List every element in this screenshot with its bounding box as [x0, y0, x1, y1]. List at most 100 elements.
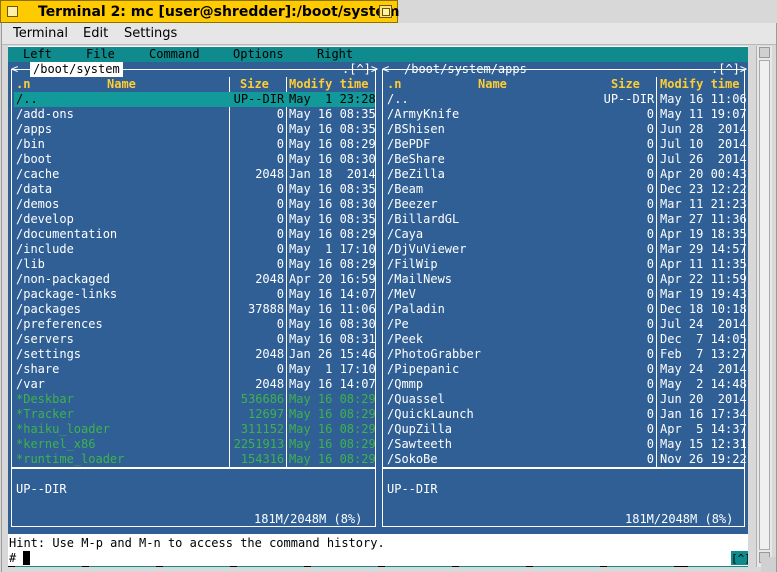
right-panel-corner[interactable]: .[^]>	[711, 62, 747, 77]
file-row[interactable]: /Quassel 0 Jun 20 2014	[385, 392, 747, 407]
mc-menu-left[interactable]: Left	[23, 47, 52, 62]
file-row[interactable]: /lib 0 May 16 08:29	[14, 257, 376, 272]
file-name: /documentation	[16, 227, 118, 241]
zoom-window-button[interactable]	[379, 5, 392, 18]
mc-menu-right[interactable]: Right	[317, 47, 353, 62]
command-line[interactable]: #	[9, 551, 31, 566]
file-row[interactable]: /Beezer 0 Mar 11 21:23	[385, 197, 747, 212]
file-row[interactable]: /FilWip 0 Apr 11 11:35	[385, 257, 747, 272]
mc-menu-file[interactable]: File	[86, 47, 115, 62]
file-row[interactable]: /MailNews 0 Apr 22 11:59	[385, 272, 747, 287]
file-row[interactable]: /Pe 0 Jul 24 2014	[385, 317, 747, 332]
command-history-button[interactable]: [^]	[731, 551, 748, 565]
file-row[interactable]: *kernel_x86 2251913 May 16 08:29	[14, 437, 376, 452]
function-key-6[interactable]: 6RenMov	[378, 566, 429, 567]
function-key-9[interactable]: 9PullDn	[600, 566, 651, 567]
file-row[interactable]: /develop 0 May 16 08:35	[14, 212, 376, 227]
file-row[interactable]: /packages 37888 May 16 11:06	[14, 302, 376, 317]
function-key-7[interactable]: 7Mkdir	[452, 566, 495, 567]
file-name: *Tracker	[16, 407, 74, 421]
file-row[interactable]: /Pipepanic 0 May 24 2014	[385, 362, 747, 377]
right-header-mtime[interactable]: Modify time	[660, 77, 739, 92]
file-row[interactable]: /SokoBe 0 Nov 26 19:22	[385, 452, 747, 467]
file-row[interactable]: /servers 0 May 16 08:31	[14, 332, 376, 347]
file-row[interactable]: /QuickLaunch 0 Jan 16 17:34	[385, 407, 747, 422]
file-row[interactable]: /Caya 0 Apr 19 18:35	[385, 227, 747, 242]
close-window-button[interactable]	[7, 6, 18, 17]
window-tab[interactable]: Terminal 2: mc [user@shredder]:/boot/sys…	[0, 0, 400, 23]
file-row[interactable]: /demos 0 May 16 08:30	[14, 197, 376, 212]
left-panel[interactable]: <- /boot/system .[^]> .n Name Size Modif…	[8, 62, 379, 534]
right-header-name[interactable]: Name	[478, 77, 507, 92]
left-header-mtime[interactable]: Modify time	[289, 77, 368, 92]
file-row[interactable]: /share 0 May 1 17:10	[14, 362, 376, 377]
file-row[interactable]: /boot 0 May 16 08:30	[14, 152, 376, 167]
file-name: /Beam	[387, 182, 424, 196]
left-header-size[interactable]: Size	[240, 77, 269, 92]
file-row[interactable]: /Sawteeth 0 May 15 12:31	[385, 437, 747, 452]
left-header-name[interactable]: Name	[107, 77, 136, 92]
file-row[interactable]: /apps 0 May 16 08:35	[14, 122, 376, 137]
file-size: 2048	[255, 167, 285, 181]
function-key-2[interactable]: 2Menu	[82, 566, 118, 567]
scroll-up-arrow-icon[interactable]	[759, 47, 770, 58]
file-row[interactable]: /package-links 0 May 16 14:07	[14, 287, 376, 302]
menu-edit[interactable]: Edit	[83, 26, 108, 41]
function-key-4[interactable]: 4Edit	[230, 566, 266, 567]
function-key-5[interactable]: 5Copy	[304, 566, 340, 567]
terminal-screen[interactable]: Left File Command Options Right <- /boot…	[8, 46, 748, 567]
file-size: 0	[276, 362, 285, 376]
mc-menu-command[interactable]: Command	[149, 47, 200, 62]
left-header-sort[interactable]: .n	[16, 77, 30, 92]
vertical-scrollbar[interactable]	[756, 46, 772, 567]
right-panel-path[interactable]: /boot/system/apps	[401, 62, 530, 77]
resize-handle-icon[interactable]	[761, 557, 776, 572]
file-row[interactable]: /Qmmp 0 May 2 14:48	[385, 377, 747, 392]
function-key-1[interactable]: 1Help	[8, 566, 44, 567]
file-row[interactable]: /Peek 0 Dec 7 14:05	[385, 332, 747, 347]
file-row[interactable]: /ArmyKnife 0 May 11 19:07	[385, 107, 747, 122]
file-row[interactable]: /.. UP--DIR May 1 23:28	[14, 92, 376, 107]
file-row[interactable]: *runtime_loader 154316 May 16 08:29	[14, 452, 376, 467]
file-row[interactable]: /BePDF 0 Jul 10 2014	[385, 137, 747, 152]
file-row[interactable]: /BeShare 0 Jul 26 2014	[385, 152, 747, 167]
file-row[interactable]: /PhotoGrabber 0 Feb 7 13:27	[385, 347, 747, 362]
function-key-3[interactable]: 3View	[156, 566, 192, 567]
right-header-sort[interactable]: .n	[387, 77, 401, 92]
mc-menu-options[interactable]: Options	[233, 47, 284, 62]
file-row[interactable]: /cache 2048 Jan 18 2014	[14, 167, 376, 182]
file-row[interactable]: /DjVuViewer 0 Mar 29 14:57	[385, 242, 747, 257]
function-key-8[interactable]: 8Delete	[526, 566, 577, 567]
file-row[interactable]: /MeV 0 Mar 19 19:43	[385, 287, 747, 302]
file-row[interactable]: *haiku_loader 311152 May 16 08:29	[14, 422, 376, 437]
file-row[interactable]: /data 0 May 16 08:35	[14, 182, 376, 197]
file-row[interactable]: /include 0 May 1 17:10	[14, 242, 376, 257]
file-row[interactable]: /var 2048 May 16 14:07	[14, 377, 376, 392]
left-panel-path[interactable]: /boot/system	[30, 62, 123, 77]
file-row[interactable]: /.. UP--DIR May 16 11:06	[385, 92, 747, 107]
function-key-label: Delete	[533, 566, 576, 567]
file-row[interactable]: /non-packaged 2048 Apr 20 16:59	[14, 272, 376, 287]
file-row[interactable]: /documentation 0 May 16 08:29	[14, 227, 376, 242]
file-row[interactable]: /BeZilla 0 Apr 20 00:43	[385, 167, 747, 182]
file-row[interactable]: *Tracker 12697 May 16 08:29	[14, 407, 376, 422]
scrollbar-thumb[interactable]	[759, 60, 770, 550]
file-name: *haiku_loader	[16, 422, 110, 436]
file-name: /..	[16, 92, 38, 106]
menu-terminal[interactable]: Terminal	[13, 26, 68, 41]
right-header-size[interactable]: Size	[611, 77, 640, 92]
file-row[interactable]: /add-ons 0 May 16 08:35	[14, 107, 376, 122]
file-row[interactable]: /BShisen 0 Jun 28 2014	[385, 122, 747, 137]
menu-settings[interactable]: Settings	[124, 26, 177, 41]
file-row[interactable]: /preferences 0 May 16 08:30	[14, 317, 376, 332]
file-row[interactable]: /Beam 0 Dec 23 12:22	[385, 182, 747, 197]
file-row[interactable]: *Deskbar 536686 May 16 08:29	[14, 392, 376, 407]
file-row[interactable]: /Paladin 0 Dec 18 10:18	[385, 302, 747, 317]
file-row[interactable]: /bin 0 May 16 08:29	[14, 137, 376, 152]
right-panel[interactable]: <- /boot/system/apps .[^]> .n Name Size …	[379, 62, 748, 534]
file-row[interactable]: /settings 2048 Jan 26 15:46	[14, 347, 376, 362]
file-row[interactable]: /QupZilla 0 Apr 5 14:37	[385, 422, 747, 437]
file-row[interactable]: /BillardGL 0 Mar 27 11:36	[385, 212, 747, 227]
left-panel-corner[interactable]: .[^]>	[342, 62, 378, 77]
function-key-10[interactable]: 10Quit	[674, 566, 717, 567]
